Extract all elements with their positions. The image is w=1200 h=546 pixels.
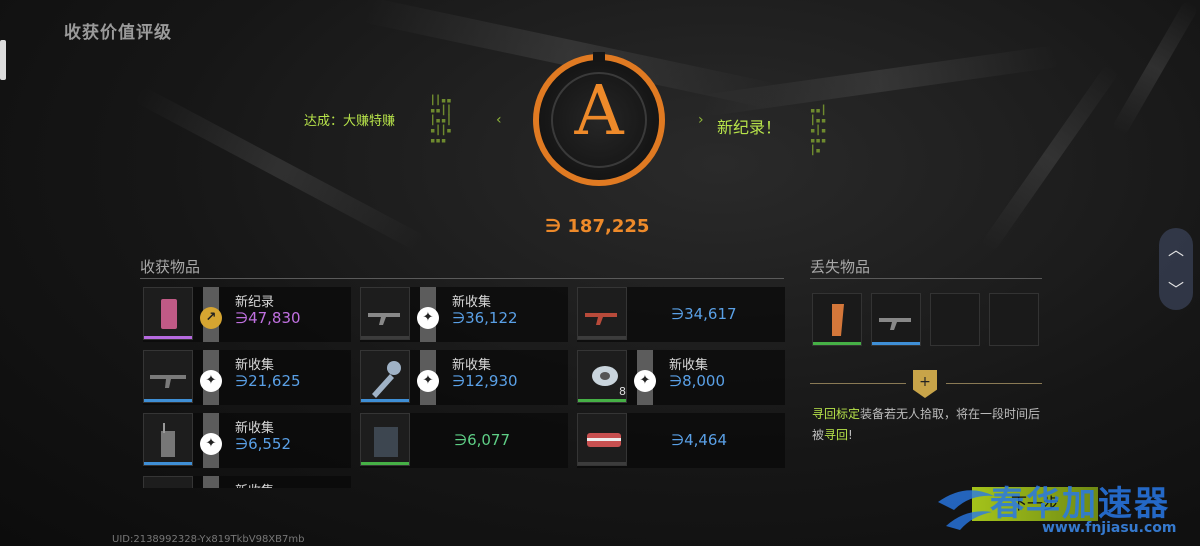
item-tag: 新收集 [235, 480, 274, 488]
harvest-item-card[interactable]: ✦ 新收集 ∋21,625 [143, 350, 351, 405]
total-value: ∋ 187,225 [545, 216, 650, 237]
watermark-url: www.fnjiasu.com [1042, 520, 1177, 536]
harvest-item-card[interactable]: ✦ 新收集 ∋36,122 [360, 287, 568, 342]
key-icon [360, 350, 410, 403]
item-tag: 新纪录 [235, 295, 275, 310]
section-divider [140, 278, 784, 279]
rarity-bar [144, 399, 192, 402]
harvest-item-card[interactable]: ↗ 新纪录 ∋47,830 [143, 287, 351, 342]
harvest-item-card[interactable]: ✦ 新收集 ∋12,930 [360, 350, 568, 405]
empty-slot [989, 293, 1039, 346]
trend-up-icon: ↗ [200, 307, 222, 329]
badge-strip: ↗ [200, 287, 222, 342]
item-icon [143, 476, 193, 488]
new-record-label: 新纪录！ [717, 118, 782, 137]
vest-icon [360, 413, 410, 466]
badge-strip: ✦ [203, 476, 219, 488]
rarity-bar [361, 462, 409, 465]
harvest-item-card[interactable]: ∋4,464 [577, 413, 785, 468]
harvest-item-card[interactable]: ✦ 新收集 ∋6,552 [143, 413, 351, 468]
item-tag: 新收集 [669, 358, 709, 373]
retrieve-hint: 寻回标定装备若无人拾取，将在一段时间后被寻回! [812, 407, 1041, 442]
new-collect-icon: ✦ [417, 307, 439, 329]
item-value: ∋47,830 [235, 309, 301, 327]
badge-strip: ✦ [417, 287, 439, 342]
bandage-icon [577, 413, 627, 466]
card-icon [143, 287, 193, 340]
rarity-bar [813, 342, 861, 345]
rarity-bar [361, 399, 409, 402]
item-tag: 新收集 [452, 358, 492, 373]
uid-text: UID:2138992328-Yx819TkbV98XB7mb [112, 534, 305, 545]
item-value: ∋34,617 [671, 305, 737, 323]
retrieve-divider: + [810, 370, 1042, 400]
harvest-item-card[interactable]: ∋6,077 [360, 413, 568, 468]
item-value: ∋8,000 [669, 372, 726, 390]
shield-icon: + [913, 370, 937, 398]
harvest-item-card[interactable]: ∋34,617 [577, 287, 785, 342]
scroll-control[interactable]: ︿ ﹀ [1159, 228, 1193, 310]
item-value: ∋6,077 [454, 431, 511, 449]
badge-strip: ✦ [200, 350, 222, 405]
rarity-bar [578, 399, 626, 402]
rarity-bar [578, 336, 626, 339]
rarity-bar [361, 336, 409, 339]
harvest-section-title: 收获物品 [140, 258, 201, 276]
chevron-down-icon[interactable]: ﹀ [1159, 276, 1193, 300]
decoration-lines: ┃┃▪▪ ▪▪┃┃ ┃▪▪┃ ▪┃┃▪ ▪▪▪ [430, 96, 452, 146]
harvest-item-card[interactable]: 8 ✦ 新收集 ∋8,000 [577, 350, 785, 405]
watermark-title: 春华加速器 [990, 484, 1170, 524]
ak-rifle-icon [143, 350, 193, 403]
decoration-lines: ▪▪┃ ┃▪▪ ▪┃▪ ▪▪▪ ┃▪ [810, 106, 827, 156]
item-value: ∋21,625 [235, 372, 301, 390]
chevron-right-icon: › [698, 112, 704, 128]
badge-strip: ✦ [200, 413, 222, 468]
rifle-icon [360, 287, 410, 340]
item-quantity: 8 [619, 385, 626, 398]
harvest-item-card[interactable]: ✦ 新收集 [143, 476, 351, 488]
new-collect-icon: ✦ [200, 370, 222, 392]
chevron-left-icon: ‹ [496, 112, 502, 128]
badge-strip: ✦ [634, 350, 656, 405]
chevron-up-icon[interactable]: ︿ [1159, 236, 1193, 260]
new-collect-icon: ✦ [200, 433, 222, 455]
item-tag: 新收集 [235, 421, 275, 436]
rarity-bar [144, 336, 192, 339]
lost-section-title: 丢失物品 [810, 258, 871, 276]
magazine-icon [818, 300, 858, 344]
left-edge-handle [0, 40, 6, 80]
item-value: ∋6,552 [235, 435, 292, 453]
new-collect-icon: ✦ [634, 370, 656, 392]
watermark: 春华加速器 www.fnjiasu.com [930, 474, 1200, 546]
item-tag: 新收集 [235, 358, 275, 373]
item-value: ∋36,122 [452, 309, 518, 327]
badge-strip: ✦ [417, 350, 439, 405]
lost-item-card[interactable] [871, 293, 921, 346]
page-title: 收获价值评级 [64, 23, 172, 43]
red-rifle-icon [577, 287, 627, 340]
empty-slot [930, 293, 980, 346]
rarity-bar [578, 462, 626, 465]
rarity-bar [144, 462, 192, 465]
background-streak [1110, 0, 1200, 137]
rifle-icon [877, 300, 917, 344]
rating-emblem: A [533, 52, 665, 186]
lost-item-card[interactable] [812, 293, 862, 346]
new-collect-icon: ✦ [417, 370, 439, 392]
item-tag: 新收集 [452, 295, 492, 310]
rating-grade: A [574, 72, 624, 151]
rarity-bar [872, 342, 920, 345]
achievement-text: 达成：大赚特赚 [304, 114, 396, 129]
radio-icon [143, 413, 193, 466]
watermark-logo-icon [938, 490, 994, 530]
background-streak [980, 63, 1120, 253]
section-divider [810, 278, 1042, 279]
item-value: ∋4,464 [671, 431, 728, 449]
item-value: ∋12,930 [452, 372, 518, 390]
